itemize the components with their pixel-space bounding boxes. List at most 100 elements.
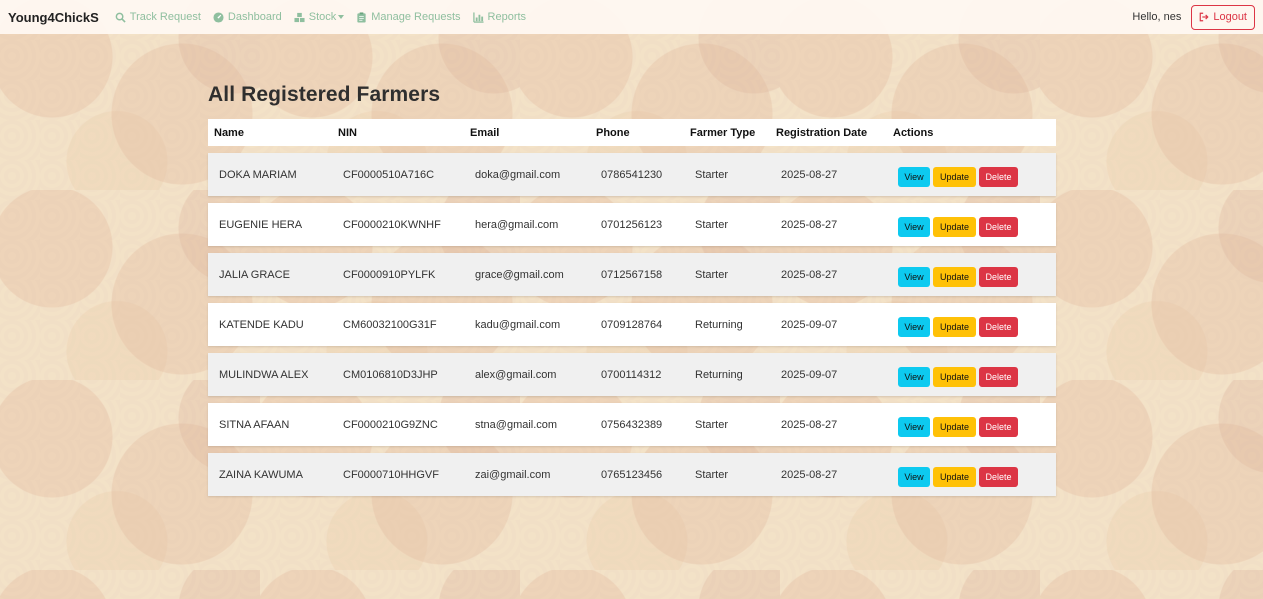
cell-email: stna@gmail.com (475, 418, 558, 431)
delete-button[interactable]: Delete (979, 166, 1018, 187)
cell-farmer-type: Starter (695, 168, 729, 181)
brand-logo[interactable]: Young4ChickS (8, 10, 99, 25)
update-button[interactable]: Update (933, 316, 976, 337)
cell-actions: View Update Delete (887, 403, 1056, 446)
cell-name: JALIA GRACE (219, 268, 290, 281)
cell-phone: 0700114312 (601, 368, 662, 381)
user-greeting: Hello, nes (1132, 11, 1182, 23)
clipboard-icon (356, 11, 367, 23)
delete-button[interactable]: Delete (979, 216, 1018, 237)
chart-icon (472, 11, 484, 23)
delete-button[interactable]: Delete (979, 366, 1018, 387)
cell-name: SITNA AFAAN (219, 418, 290, 431)
cell-name: KATENDE KADU (219, 318, 304, 331)
top-navbar: Young4ChickS Track Request Dashboard Sto… (0, 0, 1263, 34)
table-row: JALIA GRACE CF0000910PYLFK grace@gmail.com… (208, 253, 1056, 296)
main-content: All Registered Farmers Name NIN Email Ph… (208, 80, 1056, 503)
cell-phone: 0712567158 (601, 268, 663, 281)
cell-name: MULINDWA ALEX (219, 368, 309, 381)
cell-farmer-type: Starter (695, 218, 729, 231)
cell-name: ZAINA KAWUMA (219, 468, 303, 481)
cell-nin: CF0000210G9ZNC (343, 418, 438, 431)
update-button[interactable]: Update (933, 466, 976, 487)
nav-dashboard[interactable]: Dashboard (213, 11, 282, 23)
nav-manage-requests[interactable]: Manage Requests (356, 11, 461, 23)
cell-farmer-type: Returning (695, 318, 743, 331)
cell-nin: CF0000710HHGVF (343, 468, 439, 481)
cell-actions: View Update Delete (887, 303, 1056, 346)
cell-nin: CF0000210KWNHF (343, 218, 441, 231)
cell-email: doka@gmail.com (475, 168, 561, 181)
cell-nin: CF0000510A716C (343, 168, 435, 181)
logout-icon (1200, 12, 1209, 22)
cell-nin: CF0000910PYLFK (343, 268, 436, 281)
header-nin: NIN (338, 126, 357, 139)
boxes-icon (294, 12, 305, 23)
cell-registration-date: 2025-08-27 (781, 418, 838, 431)
view-button[interactable]: View (898, 216, 930, 237)
view-button[interactable]: View (898, 166, 930, 187)
cell-farmer-type: Starter (695, 268, 729, 281)
delete-button[interactable]: Delete (979, 316, 1018, 337)
cell-name: DOKA MARIAM (219, 168, 297, 181)
logout-button[interactable]: Logout (1191, 4, 1255, 30)
nav-stock-dropdown[interactable]: Stock (294, 11, 345, 23)
cell-actions: View Update Delete (887, 453, 1056, 496)
table-row: EUGENIE HERA CF0000210KWNHF hera@gmail.com… (208, 203, 1056, 246)
view-button[interactable]: View (898, 466, 930, 487)
update-button[interactable]: Update (933, 416, 976, 437)
nav-dashboard-label: Dashboard (227, 11, 282, 23)
cell-phone: 0765123456 (601, 468, 663, 481)
nav-reports-label: Reports (487, 11, 527, 23)
search-icon (115, 12, 126, 23)
cell-actions: View Update Delete (887, 353, 1056, 396)
update-button[interactable]: Update (933, 166, 976, 187)
view-button[interactable]: View (898, 266, 930, 287)
table-row: MULINDWA ALEX CM0106810D3JHP alex@gmail.co… (208, 353, 1056, 396)
view-button[interactable]: View (898, 316, 930, 337)
cell-phone: 0756432389 (601, 418, 663, 431)
cell-registration-date: 2025-09-07 (781, 318, 838, 331)
cell-email: hera@gmail.com (475, 218, 559, 231)
cell-farmer-type: Returning (695, 368, 743, 381)
dashboard-icon (213, 11, 224, 23)
view-button[interactable]: View (898, 366, 930, 387)
cell-phone: 0786541230 (601, 168, 663, 181)
update-button[interactable]: Update (933, 266, 976, 287)
table-row: ZAINA KAWUMA CF0000710HHGVF zai@gmail.com 0… (208, 453, 1056, 496)
table-row: KATENDE KADU CM60032100G31F kadu@gmail.com… (208, 303, 1056, 346)
cell-registration-date: 2025-08-27 (781, 168, 838, 181)
cell-nin: CM60032100G31F (343, 318, 437, 331)
delete-button[interactable]: Delete (979, 266, 1018, 287)
page-title: All Registered Farmers (208, 83, 441, 106)
header-actions: Actions (893, 126, 934, 139)
cell-registration-date: 2025-08-27 (781, 468, 838, 481)
navbar-user-area: Hello, nes Logout (1132, 4, 1255, 30)
table-body: DOKA MARIAM CF0000510A716C doka@gmail.com 0… (208, 153, 1056, 496)
update-button[interactable]: Update (933, 366, 976, 387)
view-button[interactable]: View (898, 416, 930, 437)
table-header-row: Name NIN Email Phone Farmer Type Registr… (208, 119, 1056, 146)
header-registration-date: Registration Date (776, 126, 868, 139)
logout-label: Logout (1213, 11, 1247, 23)
delete-button[interactable]: Delete (979, 416, 1018, 437)
cell-actions: View Update Delete (887, 203, 1056, 246)
cell-farmer-type: Starter (695, 468, 729, 481)
cell-email: alex@gmail.com (475, 368, 557, 381)
cell-registration-date: 2025-09-07 (781, 368, 838, 381)
table-row: SITNA AFAAN CF0000210G9ZNC stna@gmail.com 0… (208, 403, 1056, 446)
cell-actions: View Update Delete (887, 153, 1056, 196)
nav-track-request[interactable]: Track Request (115, 11, 201, 23)
header-farmer-type: Farmer Type (690, 126, 756, 139)
cell-phone: 0709128764 (601, 318, 663, 331)
delete-button[interactable]: Delete (979, 466, 1018, 487)
cell-farmer-type: Starter (695, 418, 729, 431)
update-button[interactable]: Update (933, 216, 976, 237)
cell-email: grace@gmail.com (475, 268, 564, 281)
nav-reports[interactable]: Reports (472, 11, 527, 23)
nav-manage-requests-label: Manage Requests (371, 11, 461, 23)
cell-registration-date: 2025-08-27 (781, 268, 838, 281)
cell-phone: 0701256123 (601, 218, 663, 231)
nav-track-request-label: Track Request (129, 11, 201, 23)
farmers-table: Name NIN Email Phone Farmer Type Registr… (208, 112, 1056, 503)
